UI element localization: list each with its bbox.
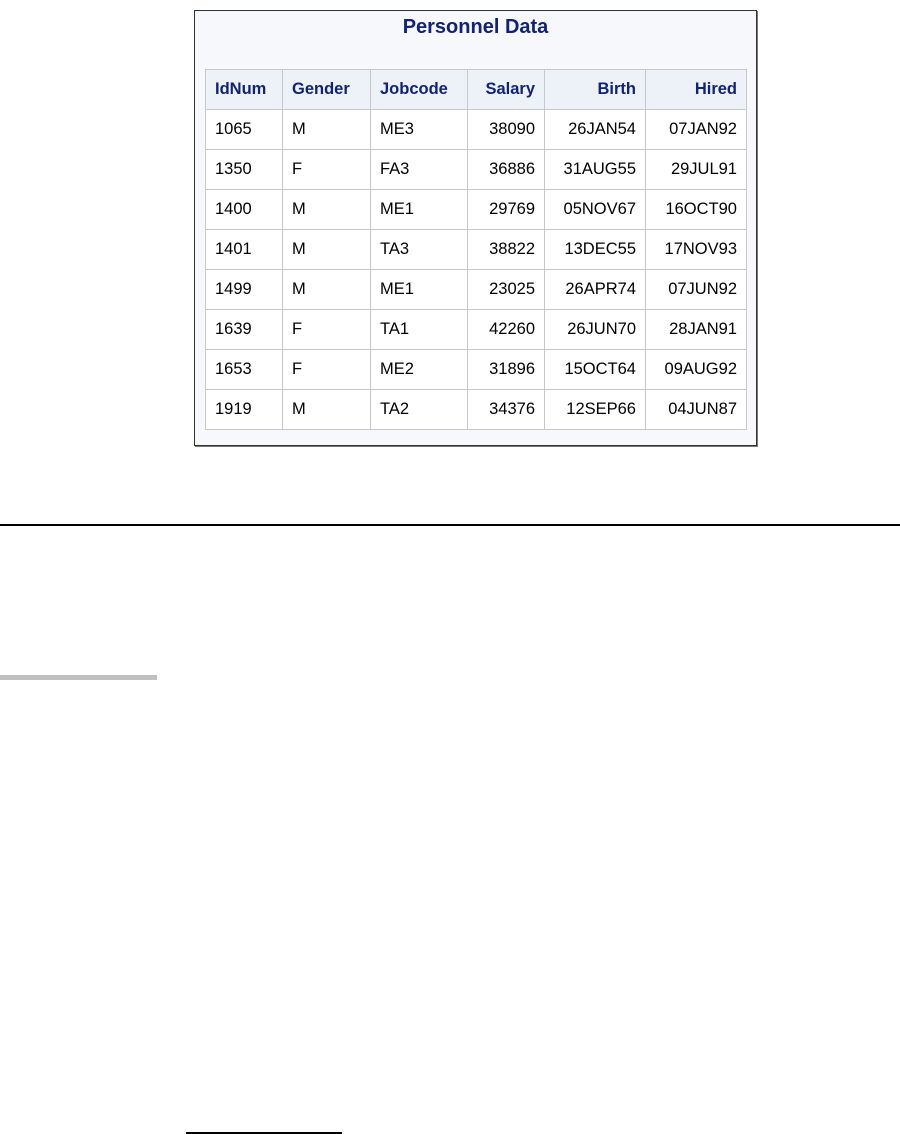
header-row: IdNum Gender Jobcode Salary Birth Hired	[205, 69, 747, 110]
table-row: 1653 F ME2 31896 15OCT64 09AUG92	[205, 349, 747, 390]
cell-idnum: 1499	[205, 269, 283, 310]
cell-gender: F	[282, 349, 371, 390]
personnel-table: IdNum Gender Jobcode Salary Birth Hired …	[205, 69, 747, 430]
cell-gender: M	[282, 389, 371, 430]
cell-salary: 23025	[467, 269, 545, 310]
cell-gender: F	[282, 149, 371, 190]
cell-birth: 05NOV67	[544, 189, 646, 230]
cell-idnum: 1400	[205, 189, 283, 230]
header-gender: Gender	[282, 69, 371, 110]
cell-hired: 17NOV93	[645, 229, 747, 270]
cell-idnum: 1350	[205, 149, 283, 190]
cell-idnum: 1919	[205, 389, 283, 430]
cell-birth: 13DEC55	[544, 229, 646, 270]
header-idnum: IdNum	[205, 69, 283, 110]
table-row: 1639 F TA1 42260 26JUN70 28JAN91	[205, 309, 747, 350]
cell-hired: 07JAN92	[645, 109, 747, 150]
horizontal-rule	[0, 524, 900, 526]
cell-jobcode: TA3	[370, 229, 468, 270]
cell-hired: 29JUL91	[645, 149, 747, 190]
table-row: 1065 M ME3 38090 26JAN54 07JAN92	[205, 109, 747, 150]
cell-idnum: 1065	[205, 109, 283, 150]
cell-birth: 26APR74	[544, 269, 646, 310]
cell-birth: 15OCT64	[544, 349, 646, 390]
cell-jobcode: ME2	[370, 349, 468, 390]
cell-gender: M	[282, 189, 371, 230]
header-hired: Hired	[645, 69, 747, 110]
table-row: 1400 M ME1 29769 05NOV67 16OCT90	[205, 189, 747, 230]
table-row: 1499 M ME1 23025 26APR74 07JUN92	[205, 269, 747, 310]
table-row: 1401 M TA3 38822 13DEC55 17NOV93	[205, 229, 747, 270]
report-output-box: Personnel Data IdNum Gender Jobcode Sala…	[194, 10, 757, 446]
grey-bar	[0, 675, 157, 680]
cell-salary: 29769	[467, 189, 545, 230]
cell-salary: 34376	[467, 389, 545, 430]
cell-hired: 07JUN92	[645, 269, 747, 310]
header-birth: Birth	[544, 69, 646, 110]
cell-jobcode: TA1	[370, 309, 468, 350]
cell-gender: M	[282, 269, 371, 310]
cell-jobcode: FA3	[370, 149, 468, 190]
cell-salary: 31896	[467, 349, 545, 390]
cell-gender: M	[282, 229, 371, 270]
cell-jobcode: ME1	[370, 269, 468, 310]
cell-jobcode: ME1	[370, 189, 468, 230]
cell-hired: 28JAN91	[645, 309, 747, 350]
table-row: 1919 M TA2 34376 12SEP66 04JUN87	[205, 389, 747, 430]
table-row: 1350 F FA3 36886 31AUG55 29JUL91	[205, 149, 747, 190]
cell-birth: 26JUN70	[544, 309, 646, 350]
cell-jobcode: TA2	[370, 389, 468, 430]
cell-birth: 26JAN54	[544, 109, 646, 150]
cell-jobcode: ME3	[370, 109, 468, 150]
cell-salary: 38822	[467, 229, 545, 270]
cell-salary: 36886	[467, 149, 545, 190]
cell-hired: 04JUN87	[645, 389, 747, 430]
header-salary: Salary	[467, 69, 545, 110]
cell-birth: 31AUG55	[544, 149, 646, 190]
cell-idnum: 1653	[205, 349, 283, 390]
cell-gender: F	[282, 309, 371, 350]
cell-salary: 38090	[467, 109, 545, 150]
cell-hired: 16OCT90	[645, 189, 747, 230]
header-jobcode: Jobcode	[370, 69, 468, 110]
cell-gender: M	[282, 109, 371, 150]
cell-hired: 09AUG92	[645, 349, 747, 390]
report-title: Personnel Data	[402, 16, 549, 38]
cell-idnum: 1401	[205, 229, 283, 270]
cell-birth: 12SEP66	[544, 389, 646, 430]
cell-idnum: 1639	[205, 309, 283, 350]
cell-salary: 42260	[467, 309, 545, 350]
